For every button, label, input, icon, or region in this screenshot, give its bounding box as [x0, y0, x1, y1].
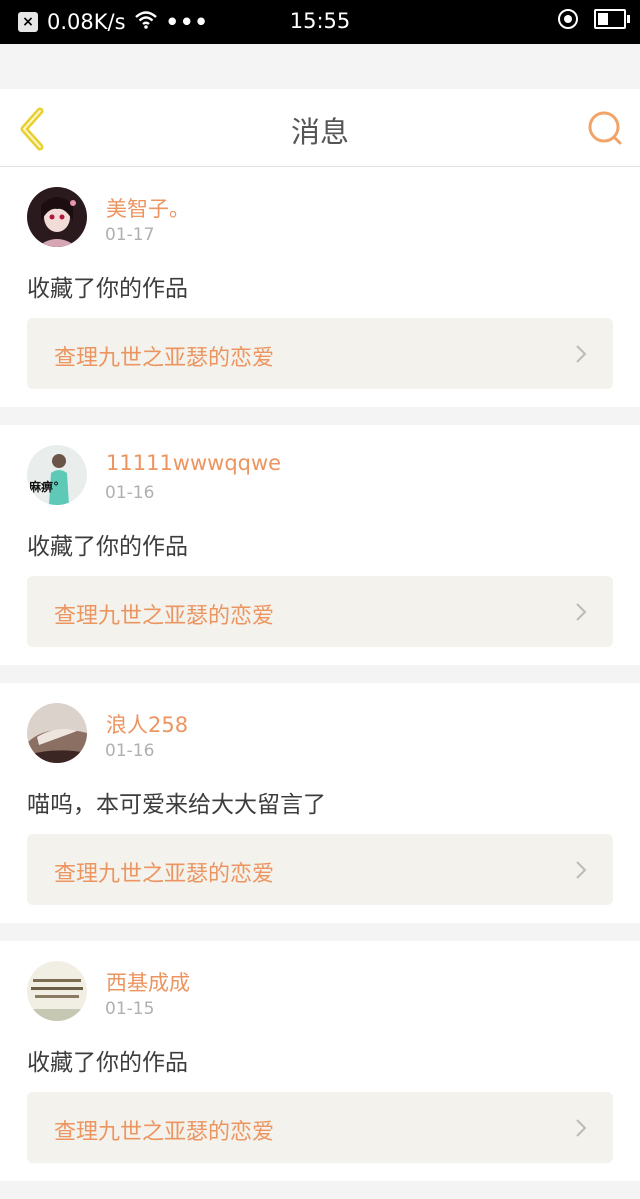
message-date: 01-15 — [105, 999, 155, 1019]
work-title: 查理九世之亚瑟的恋爱 — [54, 604, 275, 629]
work-title: 查理九世之亚瑟的恋爱 — [54, 862, 275, 887]
avatar-caption: 麻痹° — [28, 479, 59, 494]
work-title: 查理九世之亚瑟的恋爱 — [54, 346, 275, 371]
work-link[interactable]: 查理九世之亚瑟的恋爱 — [27, 1092, 613, 1163]
work-link[interactable]: 查理九世之亚瑟的恋爱 — [27, 576, 613, 647]
page-title: 消息 — [290, 115, 349, 149]
username[interactable]: 浪人258 — [106, 709, 188, 739]
avatar[interactable] — [27, 703, 87, 763]
message-card: 麻痹° 11111wwwqqwe 01-16 收藏了你的作品 查理九世之亚瑟的恋… — [0, 425, 640, 665]
message-card: 美智子。 01-17 收藏了你的作品 查理九世之亚瑟的恋爱 — [0, 167, 640, 407]
message-text: 喵呜，本可爱来给大大留言了 — [27, 792, 326, 818]
work-link[interactable]: 查理九世之亚瑟的恋爱 — [27, 834, 613, 905]
avatar[interactable]: 麻痹° — [27, 445, 87, 505]
chevron-right-icon — [576, 1119, 587, 1137]
message-text: 收藏了你的作品 — [27, 534, 188, 560]
location-icon — [558, 9, 578, 29]
clock: 15:55 — [289, 9, 351, 33]
message-list: 美智子。 01-17 收藏了你的作品 查理九世之亚瑟的恋爱 麻痹° 11111w… — [0, 167, 640, 1199]
message-date: 01-16 — [105, 483, 155, 503]
message-card: 西基成成 01-15 收藏了你的作品 查理九世之亚瑟的恋爱 — [0, 941, 640, 1181]
username[interactable]: 美智子。 — [106, 193, 190, 223]
top-nav-bar: 消息 — [0, 89, 640, 167]
work-title: 查理九世之亚瑟的恋爱 — [54, 1120, 275, 1145]
avatar-hand — [27, 703, 87, 763]
message-text: 收藏了你的作品 — [27, 276, 188, 302]
avatar[interactable] — [27, 187, 87, 247]
chevron-right-icon — [576, 861, 587, 879]
username[interactable]: 11111wwwqqwe — [106, 451, 281, 475]
search-button[interactable] — [586, 109, 626, 149]
message-date: 01-16 — [105, 741, 155, 761]
chevron-right-icon — [576, 345, 587, 363]
avatar-doll — [27, 187, 87, 247]
status-bar: × 0.08K/s ••• 15:55 — [0, 0, 640, 44]
username[interactable]: 西基成成 — [106, 967, 190, 997]
battery-icon — [594, 9, 630, 29]
message-card: 浪人258 01-16 喵呜，本可爱来给大大留言了 查理九世之亚瑟的恋爱 — [0, 683, 640, 923]
avatar-text — [27, 961, 87, 1021]
message-text: 收藏了你的作品 — [27, 1050, 188, 1076]
chevron-right-icon — [576, 603, 587, 621]
search-icon — [588, 111, 622, 145]
avatar[interactable] — [27, 961, 87, 1021]
avatar-girl: 麻痹° — [27, 445, 87, 505]
message-date: 01-17 — [105, 225, 155, 245]
battery-level — [598, 13, 608, 25]
work-link[interactable]: 查理九世之亚瑟的恋爱 — [27, 318, 613, 389]
